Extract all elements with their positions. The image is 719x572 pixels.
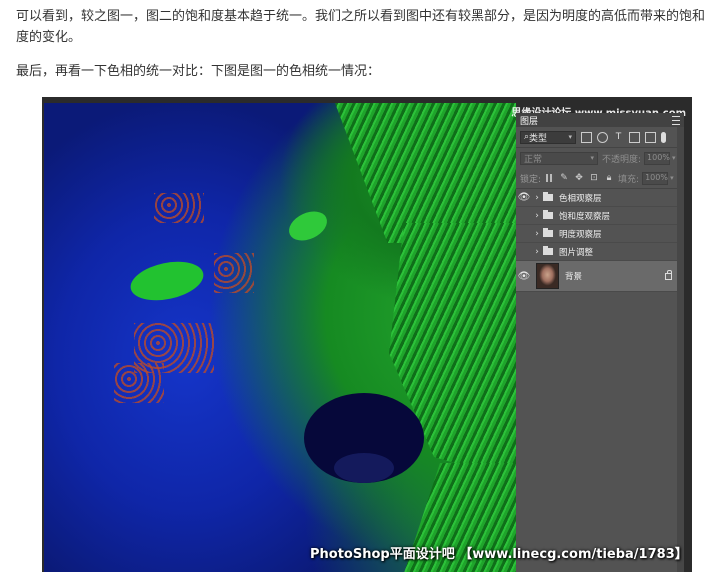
folder-icon <box>543 192 553 201</box>
fill-field[interactable]: 100% <box>642 171 669 185</box>
layer-name: 背景 <box>565 272 583 282</box>
visibility-eye-icon[interactable]: 👁︎ <box>516 246 532 257</box>
lock-icon <box>665 269 672 280</box>
layer-group-row[interactable]: 👁︎ › 色相观察层 <box>516 189 684 207</box>
visibility-eye-icon[interactable]: 👁︎ <box>516 228 532 239</box>
layer-thumbnail <box>536 263 559 289</box>
lock-pixels-icon[interactable]: ✎ <box>559 173 569 183</box>
blend-mode-select[interactable]: 正常 ▾ <box>520 151 598 165</box>
layers-panel: 图层 ⌕ 类型 ▾ T 正常 ▾ 不透明度: 100% ▾ 锁定: ✎ ✥ ⊡ … <box>516 113 684 572</box>
lock-label: 锁定: <box>520 174 542 185</box>
layer-group-row[interactable]: 👁︎ › 明度观察层 <box>516 225 684 243</box>
photoshop-screenshot: 思缘设计论坛 www.missyuan.com 图层 ⌕ 类型 ▾ T 正常 ▾ <box>42 97 692 572</box>
panel-scrollbar[interactable] <box>677 127 684 572</box>
forum-watermark: PhotoShop平面设计吧 【www.linecg.com/tieba/178… <box>310 547 688 562</box>
filter-smart-object-icon[interactable] <box>645 131 656 143</box>
folder-icon <box>543 246 553 255</box>
filter-type-select[interactable]: ⌕ 类型 ▾ <box>520 130 576 144</box>
folder-icon <box>543 228 553 237</box>
layer-name: 明度观察层 <box>559 229 602 240</box>
chevron-down-icon: ▾ <box>590 154 594 162</box>
fill-label: 填充: <box>618 174 640 185</box>
filter-type-icon[interactable]: T <box>613 132 624 143</box>
hue-canvas-image <box>44 103 516 572</box>
lock-transparency-icon[interactable] <box>546 174 555 182</box>
layers-panel-title[interactable]: 图层 <box>520 114 538 127</box>
visibility-eye-icon[interactable]: 👁︎ <box>516 210 532 221</box>
layer-name: 色相观察层 <box>559 193 602 204</box>
lock-row: 锁定: ✎ ✥ ⊡ 🔒︎ 填充: 100% ▾ <box>516 168 684 189</box>
layer-name: 图片调整 <box>559 247 594 258</box>
lock-position-icon[interactable]: ✥ <box>574 173 584 183</box>
panel-menu-icon[interactable] <box>672 115 680 125</box>
expand-caret-icon[interactable]: › <box>532 211 542 221</box>
filter-adjustment-icon[interactable] <box>597 131 608 143</box>
chevron-down-icon: ▾ <box>568 133 572 141</box>
layer-filter-row: ⌕ 类型 ▾ T <box>516 127 684 148</box>
filter-type-label: 类型 <box>529 133 548 144</box>
opacity-field[interactable]: 100% <box>644 151 671 165</box>
blend-row: 正常 ▾ 不透明度: 100% ▾ <box>516 148 684 168</box>
layers-panel-header: 图层 <box>516 113 684 127</box>
blend-mode-value: 正常 <box>524 154 543 165</box>
filter-pixel-icon[interactable] <box>581 131 592 143</box>
folder-icon <box>543 210 553 219</box>
visibility-eye-icon[interactable]: 👁︎ <box>516 271 532 282</box>
layer-group-row[interactable]: 👁︎ › 图片调整 <box>516 243 684 261</box>
paragraph-hue-intro: 最后，再看一下色相的统一对比：下图是图一的色相统一情况： <box>16 64 381 79</box>
lock-artboard-icon[interactable]: ⊡ <box>589 173 599 183</box>
lock-all-icon[interactable]: 🔒︎ <box>604 173 614 183</box>
background-layer-row[interactable]: 👁︎ 背景 <box>516 261 684 292</box>
opacity-label: 不透明度: <box>602 154 642 165</box>
layer-name: 饱和度观察层 <box>559 211 611 222</box>
filter-toggle-switch[interactable] <box>661 131 666 143</box>
chevron-down-icon[interactable]: ▾ <box>670 174 674 182</box>
visibility-eye-icon[interactable]: 👁︎ <box>516 192 532 203</box>
filter-shape-icon[interactable] <box>629 131 640 143</box>
expand-caret-icon[interactable]: › <box>532 247 542 257</box>
expand-caret-icon[interactable]: › <box>532 229 542 239</box>
chevron-down-icon[interactable]: ▾ <box>672 154 676 162</box>
layer-group-row[interactable]: 👁︎ › 饱和度观察层 <box>516 207 684 225</box>
paragraph-saturation: 可以看到，较之图一，图二的饱和度基本趋于统一。我们之所以看到图中还有较黑部分，是… <box>16 9 706 45</box>
expand-caret-icon[interactable]: › <box>532 193 542 203</box>
